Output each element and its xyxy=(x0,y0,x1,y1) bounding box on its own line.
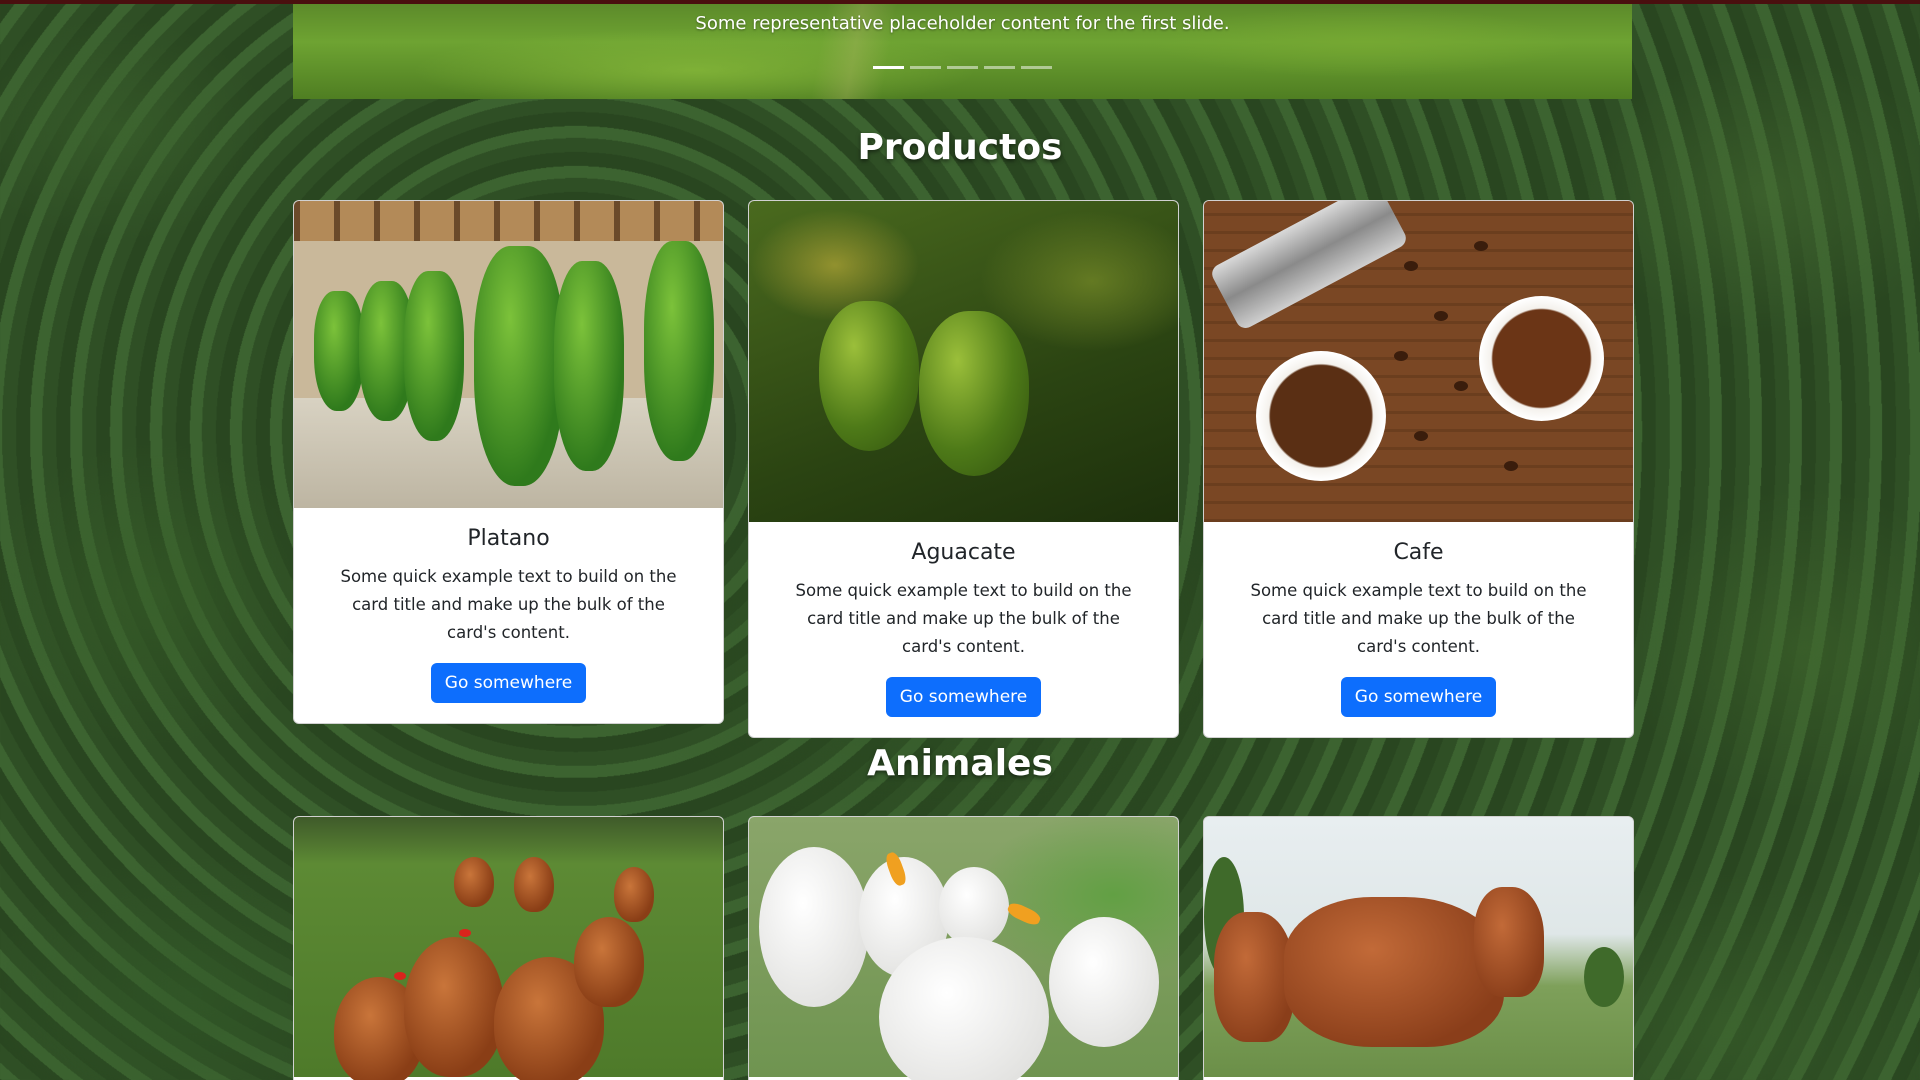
card-title: Cafe xyxy=(1393,540,1444,565)
animal-card-patos xyxy=(748,816,1179,1080)
go-somewhere-button[interactable]: Go somewhere xyxy=(885,677,1042,717)
hero-carousel[interactable]: Some representative placeholder content … xyxy=(293,4,1632,99)
animales-heading: Animales xyxy=(867,743,1053,784)
cafe-image xyxy=(1204,201,1633,522)
aguacate-image xyxy=(749,201,1178,522)
product-card-cafe: Cafe Some quick example text to build on… xyxy=(1203,200,1634,738)
card-text: Some quick example text to build on the … xyxy=(340,567,677,642)
patos-image xyxy=(749,817,1178,1080)
animal-card-vacas xyxy=(1203,816,1634,1080)
go-somewhere-button[interactable]: Go somewhere xyxy=(430,663,587,703)
card-title: Platano xyxy=(467,526,550,551)
card-text: Some quick example text to build on the … xyxy=(1250,581,1587,656)
carousel-indicator-5[interactable] xyxy=(1021,66,1052,69)
go-somewhere-button[interactable]: Go somewhere xyxy=(1340,677,1497,717)
product-card-aguacate: Aguacate Some quick example text to buil… xyxy=(748,200,1179,738)
carousel-indicators xyxy=(293,66,1632,69)
carousel-caption: Some representative placeholder content … xyxy=(695,13,1230,34)
animal-card-gallinas xyxy=(293,816,724,1080)
card-text: Some quick example text to build on the … xyxy=(795,581,1132,656)
carousel-indicator-4[interactable] xyxy=(984,66,1015,69)
product-card-platano: Platano Some quick example text to build… xyxy=(293,200,724,724)
platano-image xyxy=(294,201,723,508)
carousel-indicator-3[interactable] xyxy=(947,66,978,69)
gallinas-image xyxy=(294,817,723,1080)
carousel-indicator-1[interactable] xyxy=(873,66,904,69)
carousel-indicator-2[interactable] xyxy=(910,66,941,69)
productos-heading: Productos xyxy=(857,127,1063,168)
vacas-image xyxy=(1204,817,1633,1077)
card-title: Aguacate xyxy=(911,540,1016,565)
